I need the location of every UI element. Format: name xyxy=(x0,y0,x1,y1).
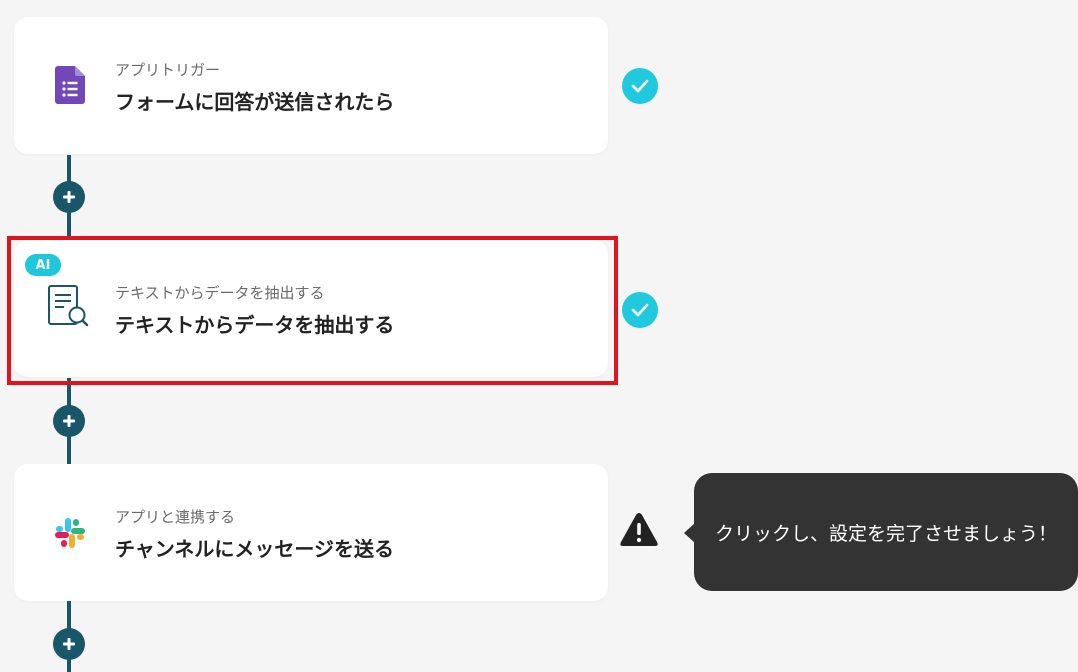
plus-icon xyxy=(63,415,75,427)
step-subtitle: テキストからデータを抽出する xyxy=(115,284,325,302)
step-title: チャンネルにメッセージを送る xyxy=(115,537,394,561)
add-step-button[interactable] xyxy=(53,181,85,213)
document-search-icon xyxy=(46,285,90,329)
step-subtitle: アプリトリガー xyxy=(115,61,221,79)
check-icon xyxy=(622,68,658,104)
step-title: テキストからデータを抽出する xyxy=(115,313,395,337)
google-forms-icon xyxy=(48,63,92,107)
check-icon xyxy=(622,292,658,328)
flow-step-trigger[interactable]: アプリトリガー フォームに回答が送信されたら xyxy=(14,17,608,154)
plus-icon xyxy=(63,638,75,650)
add-step-button[interactable] xyxy=(53,628,85,660)
plus-icon xyxy=(63,191,75,203)
step-title: フォームに回答が送信されたら xyxy=(115,90,395,114)
step-subtitle: アプリと連携する xyxy=(115,508,236,526)
flow-step-ai-extract[interactable]: テキストからデータを抽出する テキストからデータを抽出する xyxy=(14,240,608,377)
tooltip-text: クリックし、設定を完了させましょう！ xyxy=(714,522,1057,545)
flow-canvas: アプリトリガー フォームに回答が送信されたら テキストからデータを抽出する テキ… xyxy=(0,0,1078,672)
slack-icon xyxy=(48,511,92,555)
flow-step-slack[interactable]: アプリと連携する チャンネルにメッセージを送る xyxy=(14,464,608,601)
ai-badge: AI xyxy=(25,254,61,276)
add-step-button[interactable] xyxy=(53,405,85,437)
warning-icon xyxy=(619,512,659,548)
setup-tooltip: クリックし、設定を完了させましょう！ xyxy=(694,473,1078,591)
